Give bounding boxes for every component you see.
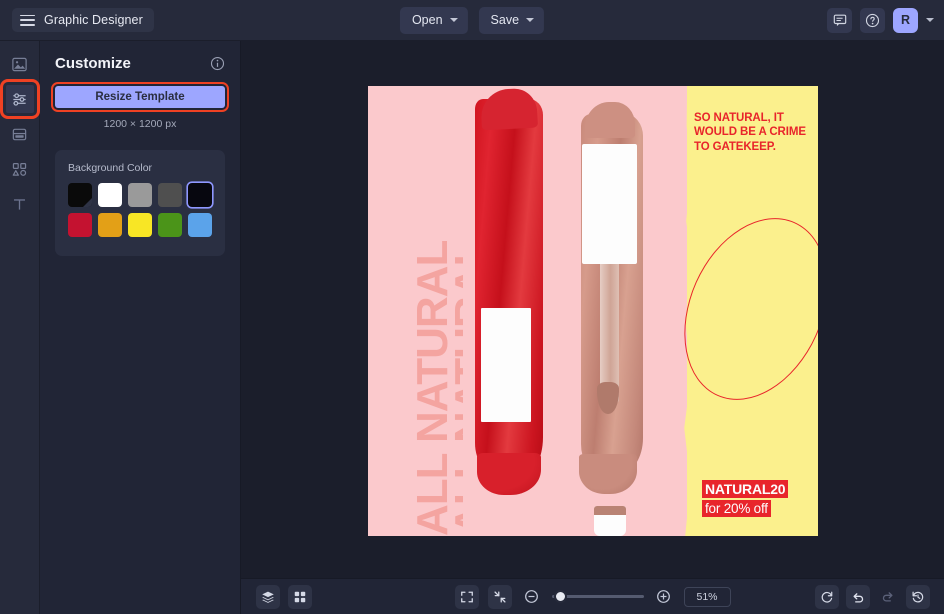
fullscreen-icon <box>460 590 474 604</box>
swatch-white[interactable] <box>98 183 122 207</box>
swatch-green[interactable] <box>158 213 182 237</box>
product-label-nude <box>582 144 637 264</box>
reset-button[interactable] <box>815 585 839 609</box>
avatar[interactable]: R <box>893 8 918 33</box>
swatch-navy-black[interactable] <box>188 183 212 207</box>
resize-template-label: Resize Template <box>95 91 184 103</box>
redo-icon <box>881 589 895 603</box>
history-button[interactable] <box>906 585 930 609</box>
save-label: Save <box>491 13 520 27</box>
account-chevron-down-icon[interactable] <box>926 18 934 22</box>
swatch-dark-gray[interactable] <box>158 183 182 207</box>
zoom-slider-handle[interactable] <box>554 590 567 603</box>
avatar-initial: R <box>901 13 910 27</box>
zoom-out-icon <box>524 589 539 604</box>
center-actions: Open Save <box>400 7 544 34</box>
grid-button[interactable] <box>288 585 312 609</box>
zoom-level-value: 51% <box>696 591 717 603</box>
open-label: Open <box>412 13 443 27</box>
promo-code: NATURAL20 <box>702 480 788 498</box>
swatch-crimson[interactable] <box>68 213 92 237</box>
comment-icon <box>833 13 847 27</box>
canvas-headline: SO NATURAL, IT WOULD BE A CRIME TO GATEK… <box>694 111 806 154</box>
page-title: Customize <box>55 55 131 72</box>
product-label-red <box>481 308 531 422</box>
reset-icon <box>820 590 834 604</box>
fit-to-screen-icon <box>493 590 507 604</box>
history-icon <box>911 590 925 604</box>
undo-icon <box>851 590 865 604</box>
info-circle-icon[interactable] <box>210 56 225 71</box>
app-menu-button[interactable]: Graphic Designer <box>12 8 154 32</box>
rail-item-shapes[interactable] <box>6 155 34 183</box>
zoom-level-input[interactable]: 51% <box>684 587 731 607</box>
swatch-blue[interactable] <box>188 213 212 237</box>
history-tools <box>815 585 930 609</box>
resize-template-button[interactable]: Resize Template <box>55 86 225 108</box>
swatch-light-gray[interactable] <box>128 183 152 207</box>
comment-button[interactable] <box>827 8 852 33</box>
app-title: Graphic Designer <box>44 13 143 27</box>
undo-button[interactable] <box>846 585 870 609</box>
fullscreen-button[interactable] <box>455 585 479 609</box>
zoom-out-button[interactable] <box>521 586 543 608</box>
rail-item-layout[interactable] <box>6 120 34 148</box>
chevron-down-icon <box>526 18 534 22</box>
panel-header: Customize <box>55 55 225 72</box>
save-button[interactable]: Save <box>479 7 545 34</box>
canvas-vertical-text: ALL NATURAL ALL NATURAL ALL NATURAL <box>368 86 463 536</box>
lipgloss-cap <box>594 506 626 536</box>
layers-button[interactable] <box>256 585 280 609</box>
layout-icon <box>11 126 28 143</box>
rail-item-text[interactable] <box>6 190 34 218</box>
open-button[interactable]: Open <box>400 7 468 34</box>
bottom-left-tools <box>256 585 312 609</box>
redo-button[interactable] <box>877 585 899 607</box>
design-canvas[interactable]: ALL NATURAL ALL NATURAL ALL NATURAL SO N… <box>368 86 818 536</box>
canvas-promo-block: NATURAL20 for 20% off <box>702 480 806 518</box>
image-icon <box>11 56 28 73</box>
app-root: Graphic Designer Open Save <box>0 0 944 614</box>
promo-offer: for 20% off <box>702 500 771 517</box>
hamburger-icon <box>20 15 35 26</box>
background-color-label: Background Color <box>68 162 212 174</box>
zoom-controls: 51% <box>455 585 731 609</box>
tool-rail <box>0 41 40 614</box>
zoom-in-icon <box>656 589 671 604</box>
swatch-yellow[interactable] <box>128 213 152 237</box>
swatch-black[interactable] <box>68 183 92 207</box>
swatch-row-colors <box>68 213 212 237</box>
vertical-text-line: ALL NATURAL <box>446 241 463 536</box>
template-dimensions: 1200 × 1200 px <box>55 118 225 130</box>
rail-item-customize[interactable] <box>6 85 34 113</box>
customize-panel: Customize Resize Template 1200 × 1200 px… <box>40 41 241 614</box>
layers-icon <box>261 590 275 604</box>
rail-item-image[interactable] <box>6 50 34 78</box>
background-color-card: Background Color <box>55 150 225 256</box>
canvas-workspace[interactable]: ALL NATURAL ALL NATURAL ALL NATURAL SO N… <box>241 41 944 578</box>
zoom-in-button[interactable] <box>653 586 675 608</box>
top-bar: Graphic Designer Open Save <box>0 0 944 41</box>
help-circle-icon <box>865 13 880 28</box>
swatch-row-neutrals <box>68 183 212 207</box>
chevron-down-icon <box>450 18 458 22</box>
fit-to-screen-button[interactable] <box>488 585 512 609</box>
right-actions: R <box>827 8 934 33</box>
bottom-bar: 51% <box>241 578 944 614</box>
shapes-icon <box>11 161 28 178</box>
text-icon <box>11 196 28 213</box>
zoom-slider[interactable] <box>552 595 644 598</box>
swatch-amber[interactable] <box>98 213 122 237</box>
grid-icon <box>293 590 307 604</box>
help-button[interactable] <box>860 8 885 33</box>
sliders-icon <box>11 91 28 108</box>
